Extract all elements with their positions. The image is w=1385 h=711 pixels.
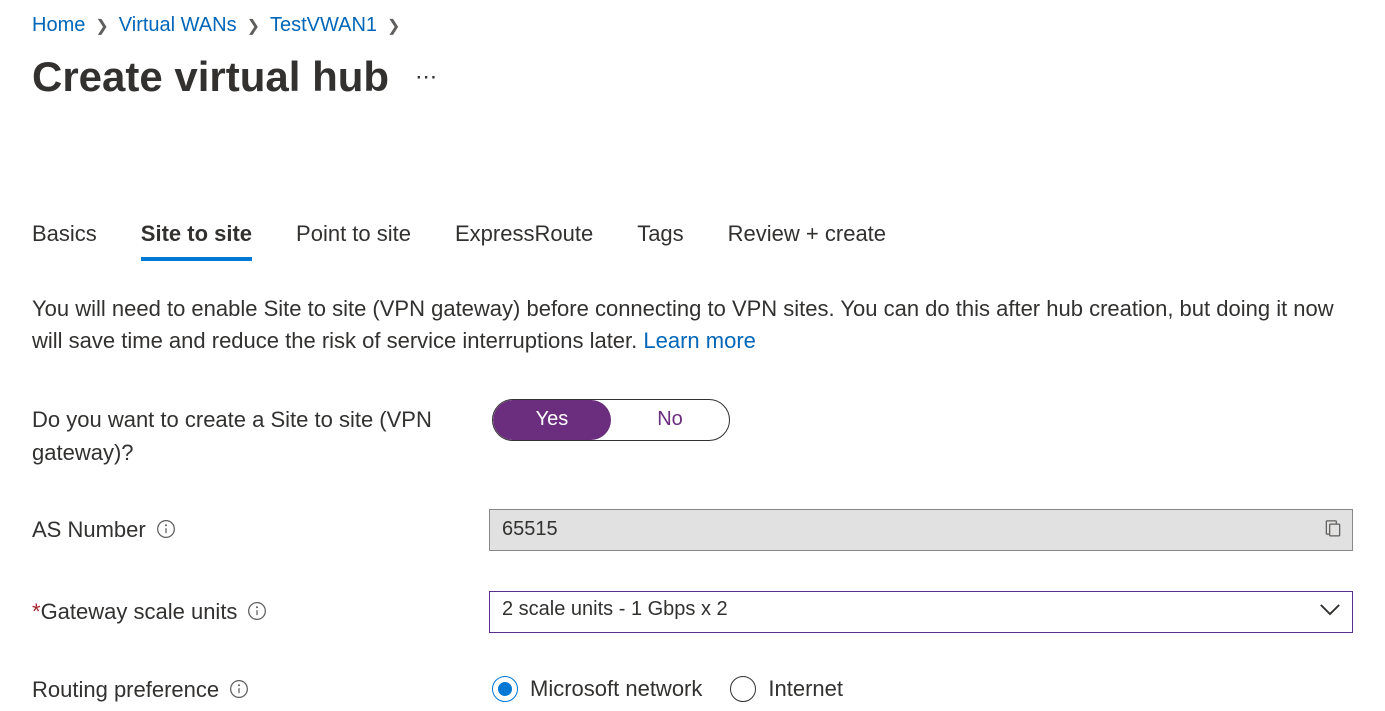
create-gateway-toggle[interactable]: Yes No xyxy=(492,399,730,441)
tab-expressroute[interactable]: ExpressRoute xyxy=(455,221,593,261)
page-title-row: Create virtual hub ⋯ xyxy=(32,53,1353,101)
gateway-scale-select-wrapper: 2 scale units - 1 Gbps x 2 xyxy=(489,591,1353,633)
gateway-scale-label-text: *Gateway scale units xyxy=(32,595,237,628)
radio-internet-label: Internet xyxy=(768,676,843,702)
as-number-input xyxy=(489,509,1353,551)
as-number-label-text: AS Number xyxy=(32,513,146,546)
as-number-label: AS Number xyxy=(32,509,489,546)
learn-more-link[interactable]: Learn more xyxy=(643,328,756,353)
create-gateway-label: Do you want to create a Site to site (VP… xyxy=(32,399,492,469)
info-icon[interactable] xyxy=(247,601,267,621)
radio-internet[interactable]: Internet xyxy=(730,676,843,702)
routing-label-text: Routing preference xyxy=(32,673,219,706)
routing-label: Routing preference xyxy=(32,673,492,706)
tab-point-to-site[interactable]: Point to site xyxy=(296,221,411,261)
radio-circle-selected xyxy=(492,676,518,702)
info-icon[interactable] xyxy=(156,519,176,539)
radio-circle xyxy=(730,676,756,702)
toggle-yes[interactable]: Yes xyxy=(493,400,611,440)
tab-basics[interactable]: Basics xyxy=(32,221,97,261)
create-gateway-label-text: Do you want to create a Site to site (VP… xyxy=(32,403,452,469)
breadcrumb-testvwan1[interactable]: TestVWAN1 xyxy=(270,14,377,37)
tab-site-to-site[interactable]: Site to site xyxy=(141,221,252,261)
gateway-scale-select[interactable]: 2 scale units - 1 Gbps x 2 xyxy=(489,591,1353,633)
intro-text: You will need to enable Site to site (VP… xyxy=(32,293,1352,357)
copy-icon[interactable] xyxy=(1323,517,1343,542)
chevron-right-icon: ❯ xyxy=(387,16,400,36)
radio-microsoft-network[interactable]: Microsoft network xyxy=(492,676,702,702)
gateway-scale-label: *Gateway scale units xyxy=(32,591,489,628)
breadcrumb-home[interactable]: Home xyxy=(32,14,85,37)
chevron-right-icon: ❯ xyxy=(247,16,260,36)
field-as-number: AS Number xyxy=(32,509,1353,551)
more-icon[interactable]: ⋯ xyxy=(415,64,439,90)
chevron-right-icon: ❯ xyxy=(95,16,108,36)
field-create-gateway: Do you want to create a Site to site (VP… xyxy=(32,399,1353,469)
page-title: Create virtual hub xyxy=(32,53,389,101)
breadcrumb: Home ❯ Virtual WANs ❯ TestVWAN1 ❯ xyxy=(32,14,1353,37)
tab-review-create[interactable]: Review + create xyxy=(728,221,886,261)
info-icon[interactable] xyxy=(229,679,249,699)
radio-microsoft-network-label: Microsoft network xyxy=(530,676,702,702)
as-number-input-wrapper xyxy=(489,509,1353,551)
tabs: Basics Site to site Point to site Expres… xyxy=(32,221,1353,261)
field-routing-preference: Routing preference Microsoft network Int… xyxy=(32,673,1353,706)
tab-tags[interactable]: Tags xyxy=(637,221,683,261)
toggle-no[interactable]: No xyxy=(611,400,729,440)
field-gateway-scale: *Gateway scale units 2 scale units - 1 G… xyxy=(32,591,1353,633)
routing-radio-group: Microsoft network Internet xyxy=(492,676,843,702)
breadcrumb-virtual-wans[interactable]: Virtual WANs xyxy=(119,14,237,37)
